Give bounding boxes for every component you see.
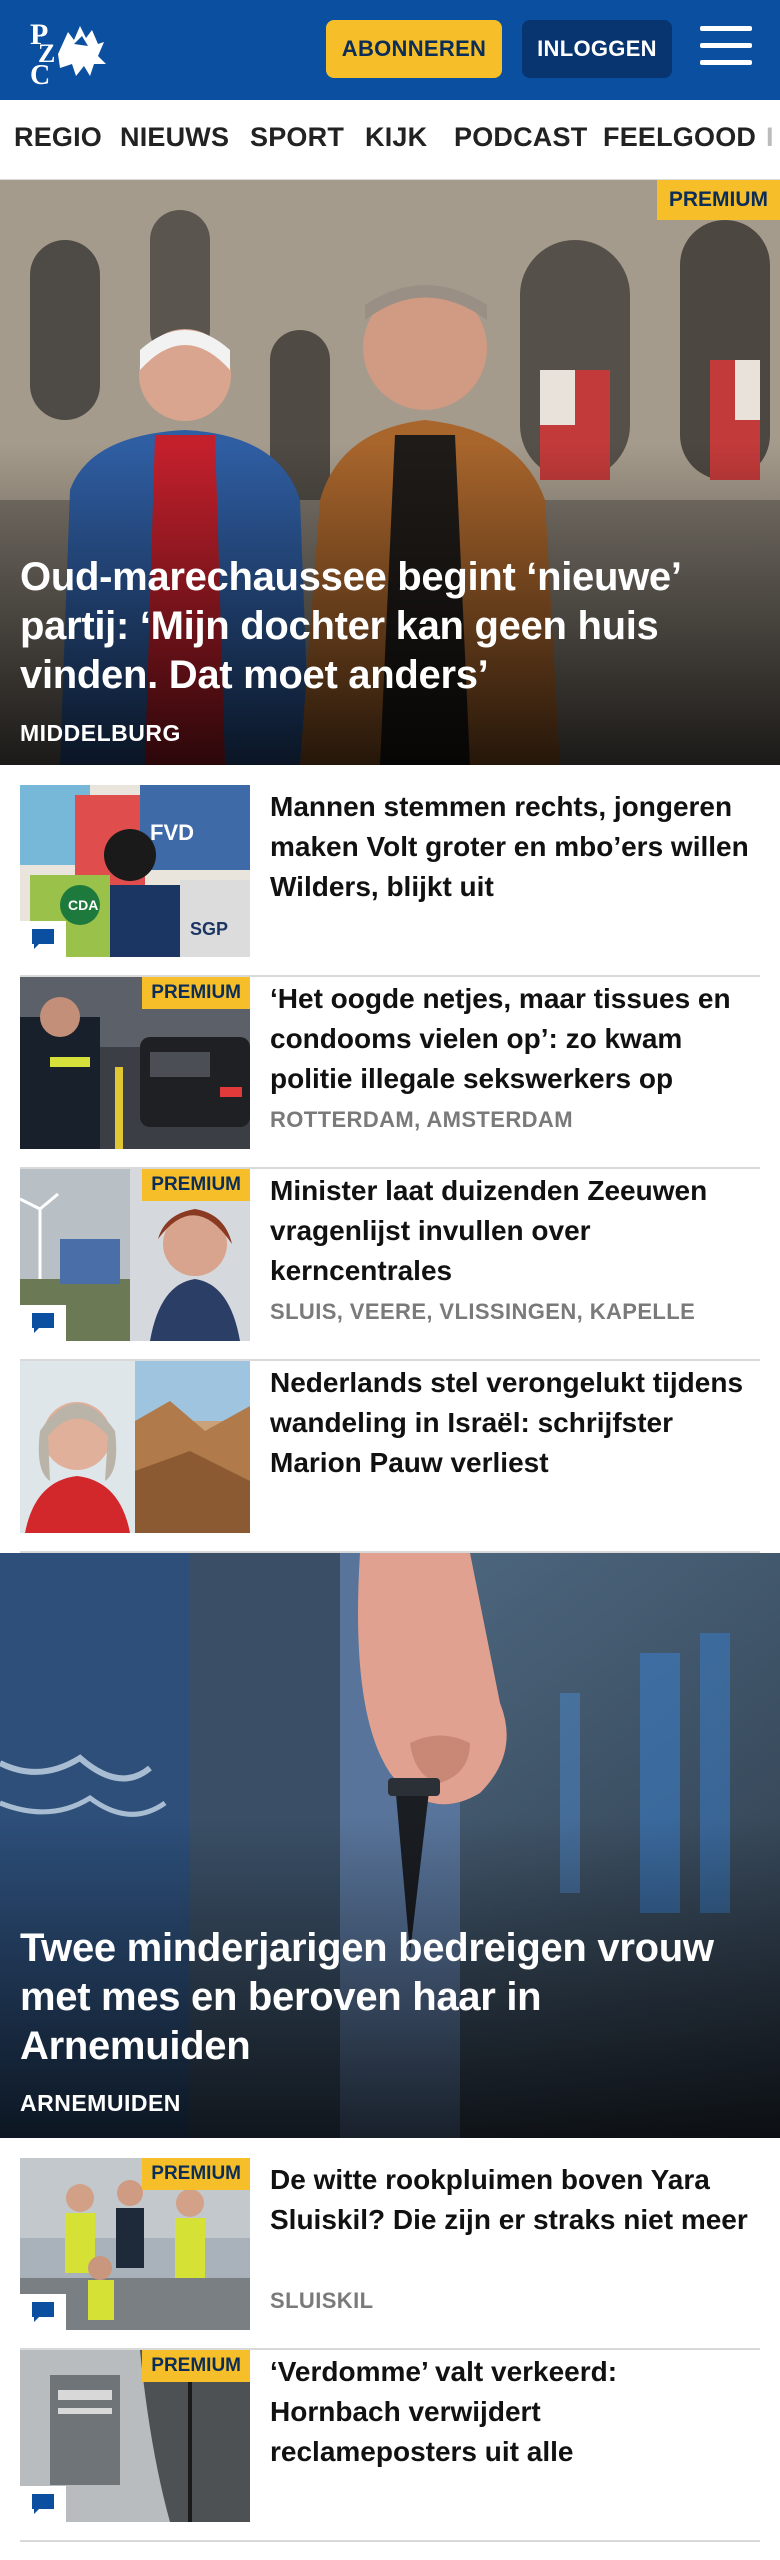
- hero-location: ARNEMUIDEN: [20, 2090, 181, 2116]
- article-title[interactable]: Nederlands stel verongelukt tijdens wand…: [270, 1363, 750, 1483]
- list-item[interactable]: PREMIUM De witte rookpluimen boven Yara …: [20, 2158, 760, 2350]
- article-title[interactable]: Mannen stemmen rechts, jongeren maken Vo…: [270, 787, 750, 907]
- nav-item-podcast[interactable]: PODCAST: [454, 122, 587, 153]
- nav-item-regio[interactable]: REGIO: [14, 122, 102, 153]
- hamburger-menu-icon[interactable]: [700, 26, 752, 72]
- premium-badge: PREMIUM: [142, 977, 250, 1009]
- hero-article-1[interactable]: PREMIUM Oud-marechaussee begint ‘nieuwe’…: [0, 180, 780, 765]
- comment-icon[interactable]: [20, 921, 66, 957]
- svg-text:SGP: SGP: [190, 919, 228, 939]
- pzc-logo[interactable]: P Z C: [28, 14, 112, 91]
- nav-item-feelgood[interactable]: FEELGOOD: [603, 122, 756, 153]
- nav-item-sport[interactable]: SPORT: [250, 122, 344, 153]
- nav-item-nieuws[interactable]: NIEUWS: [120, 122, 229, 153]
- article-location: SLUIS, VEERE, VLISSINGEN, KAPELLE: [270, 1299, 696, 1324]
- article-thumbnail: PREMIUM: [20, 2350, 250, 2522]
- hero-article-2[interactable]: Twee minderjarigen bedreigen vrouw met m…: [0, 1553, 780, 2138]
- article-location: SLUISKIL: [270, 2288, 374, 2313]
- article-title[interactable]: ‘Het oogde netjes, maar tissues en condo…: [270, 979, 750, 1099]
- list-item[interactable]: Nederlands stel verongelukt tijdens wand…: [20, 1361, 760, 1553]
- comment-icon[interactable]: [20, 2294, 66, 2330]
- comment-icon[interactable]: [20, 1305, 66, 1341]
- section-nav: REGIO NIEUWS SPORT KIJK PODCAST FEELGOOD…: [0, 100, 780, 180]
- article-location: ROTTERDAM, AMSTERDAM: [270, 1107, 573, 1132]
- hero-title[interactable]: Twee minderjarigen bedreigen vrouw met m…: [20, 1924, 750, 2071]
- article-title[interactable]: Minister laat duizenden Zeeuwen vragenli…: [270, 1171, 750, 1291]
- comment-icon[interactable]: [20, 2486, 66, 2522]
- list-item[interactable]: CDA FVD SGP Mannen stemmen rechts, jonge…: [20, 785, 760, 977]
- hero-title[interactable]: Oud-marechaussee begint ‘nieuwe’ partij:…: [20, 553, 750, 700]
- article-thumbnail: PREMIUM: [20, 2158, 250, 2330]
- article-title[interactable]: De witte rookpluimen boven Yara Sluiskil…: [270, 2160, 750, 2240]
- svg-text:C: C: [30, 60, 50, 86]
- premium-badge: PREMIUM: [142, 1169, 250, 1201]
- login-button[interactable]: INLOGGEN: [522, 20, 672, 78]
- premium-badge: PREMIUM: [142, 2350, 250, 2382]
- list-item[interactable]: PREMIUM Minister laat duizenden Zeeuwen …: [20, 1169, 760, 1361]
- nav-item-kijk[interactable]: KIJK: [365, 122, 427, 153]
- svg-text:CDA: CDA: [68, 897, 98, 913]
- article-thumbnail: CDA FVD SGP: [20, 785, 250, 957]
- list-item[interactable]: PREMIUM ‘Het oogde netjes, maar tissues …: [20, 977, 760, 1169]
- subscribe-button[interactable]: ABONNEREN: [326, 20, 502, 78]
- list-item[interactable]: PREMIUM ‘Verdomme’ valt verkeerd: Hornba…: [20, 2350, 760, 2542]
- svg-text:FVD: FVD: [150, 820, 194, 845]
- article-thumbnail: PREMIUM: [20, 1169, 250, 1341]
- site-header: P Z C ABONNEREN INLOGGEN: [0, 0, 780, 100]
- article-thumbnail: PREMIUM: [20, 977, 250, 1149]
- hero-location: MIDDELBURG: [20, 720, 181, 746]
- premium-badge: PREMIUM: [656, 180, 780, 220]
- nav-item-partial[interactable]: I: [766, 122, 774, 153]
- article-title[interactable]: ‘Verdomme’ valt verkeerd: Hornbach verwi…: [270, 2352, 750, 2472]
- article-thumbnail: [20, 1361, 250, 1533]
- premium-badge: PREMIUM: [142, 2158, 250, 2190]
